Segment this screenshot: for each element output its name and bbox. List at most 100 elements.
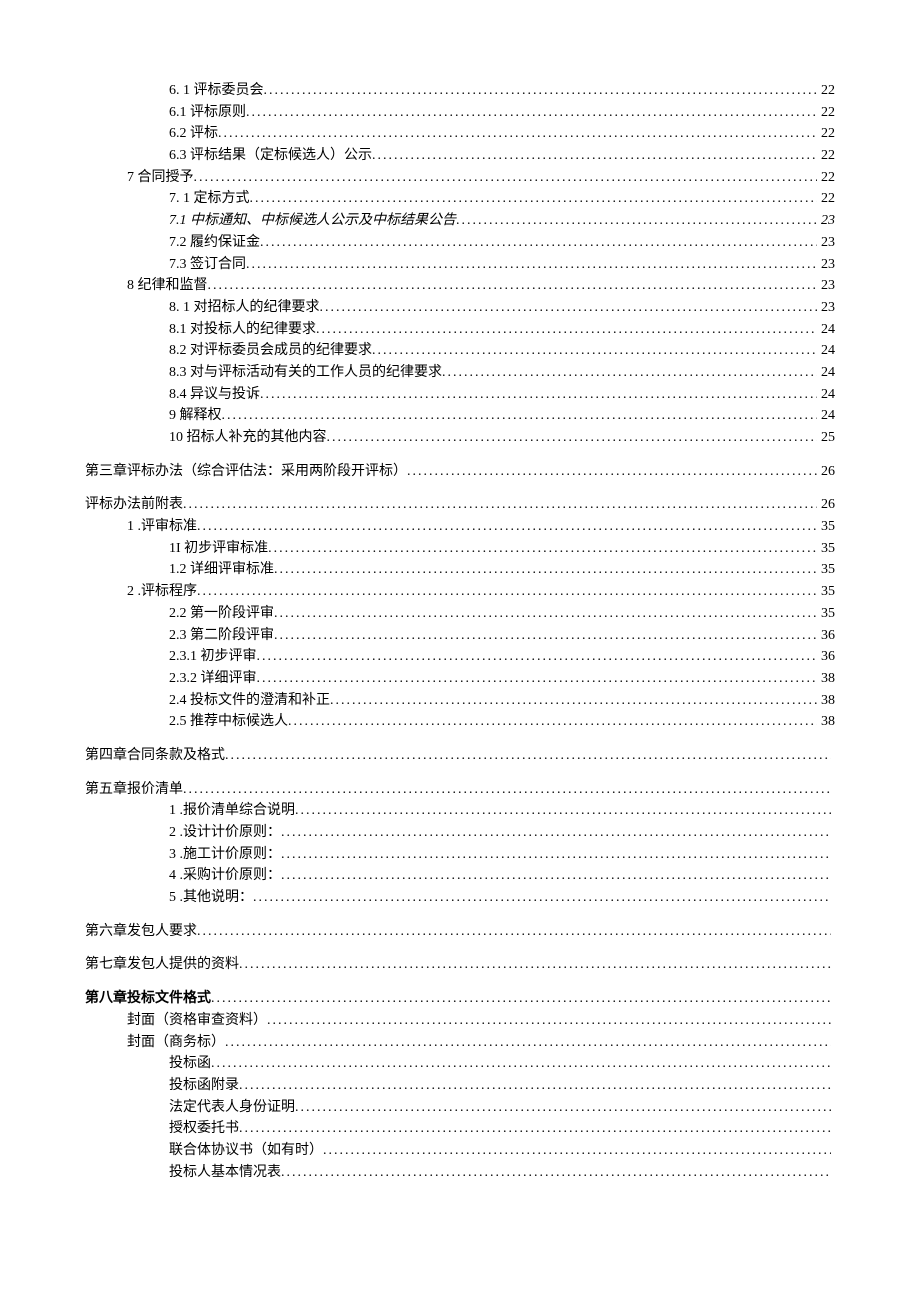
- toc-leader-dots: [295, 1097, 831, 1119]
- toc-label: 2 .设计计价原则：: [169, 822, 281, 844]
- toc-page-number: 22: [817, 167, 835, 189]
- toc-page-number: 22: [817, 188, 835, 210]
- toc-page-number: 38: [817, 668, 835, 690]
- toc-entry: 第六章发包人要求: [85, 921, 835, 943]
- toc-entry: 封面（商务标）: [85, 1032, 835, 1054]
- toc-label: 封面（资格审查资料）: [127, 1010, 267, 1032]
- toc-label: 第八章投标文件格式: [85, 988, 211, 1010]
- toc-entry: 2.2 第一阶段评审35: [85, 603, 835, 625]
- toc-label: 6.3 评标结果（定标候选人）公示: [169, 145, 372, 167]
- toc-page-number: 25: [817, 427, 835, 449]
- toc-entry: 第八章投标文件格式: [85, 988, 835, 1010]
- toc-entry: 第三章评标办法（综合评估法：采用两阶段开评标）26: [85, 461, 835, 483]
- toc-entry: 封面（资格审查资料）: [85, 1010, 835, 1032]
- toc-label: 封面（商务标）: [127, 1032, 225, 1054]
- toc-label: 8.4 异议与投诉: [169, 384, 260, 406]
- toc-entry: 6.2 评标22: [85, 123, 835, 145]
- toc-label: 7. 1 定标方式: [169, 188, 250, 210]
- toc-label: 5 .其他说明：: [169, 887, 253, 909]
- toc-page-number: 35: [817, 581, 835, 603]
- toc-entry: 5 .其他说明：: [85, 887, 835, 909]
- toc-page-number: 38: [817, 690, 835, 712]
- toc-label: 2.3 第二阶段评审: [169, 625, 274, 647]
- toc-entry: 9 解释权 24: [85, 405, 835, 427]
- toc-leader-dots: [208, 275, 818, 297]
- toc-entry: 3 .施工计价原则：: [85, 844, 835, 866]
- toc-entry: 8.4 异议与投诉 24: [85, 384, 835, 406]
- toc-label: 7.3 签订合同: [169, 254, 246, 276]
- toc-entry: 联合体协议书（如有时）: [85, 1140, 835, 1162]
- toc-leader-dots: [407, 461, 817, 483]
- toc-entry: 2.3 第二阶段评审36: [85, 625, 835, 647]
- toc-leader-dots: [183, 779, 831, 801]
- toc-leader-dots: [239, 1075, 831, 1097]
- toc-label: 法定代表人身份证明: [169, 1097, 295, 1119]
- toc-page-number: 35: [817, 538, 835, 560]
- toc-page-number: 23: [817, 275, 835, 297]
- toc-leader-dots: [257, 646, 818, 668]
- toc-label: 3 .施工计价原则：: [169, 844, 281, 866]
- toc-entry: 8.1 对投标人的纪律要求 24: [85, 319, 835, 341]
- toc-leader-dots: [183, 494, 817, 516]
- toc-leader-dots: [274, 603, 817, 625]
- toc-leader-dots: [253, 887, 831, 909]
- toc-entry: 10 招标人补充的其他内容 25: [85, 427, 835, 449]
- toc-leader-dots: [222, 405, 818, 427]
- toc-page-number: 22: [817, 145, 835, 167]
- toc-page-number: 35: [817, 603, 835, 625]
- toc-leader-dots: [239, 1118, 831, 1140]
- toc-leader-dots: [274, 625, 817, 647]
- toc-label: 1 .评审标准: [127, 516, 197, 538]
- toc-leader-dots: [194, 167, 818, 189]
- toc-label: 投标函附录: [169, 1075, 239, 1097]
- toc-label: 8.1 对投标人的纪律要求: [169, 319, 316, 341]
- toc-label: 10 招标人补充的其他内容: [169, 427, 327, 449]
- toc-page-number: 35: [817, 516, 835, 538]
- toc-page-number: 23: [817, 232, 835, 254]
- toc-page-number: 24: [817, 384, 835, 406]
- toc-label: 9 解释权: [169, 405, 222, 427]
- toc-page-number: 24: [817, 362, 835, 384]
- toc-entry: 2 .评标程序35: [85, 581, 835, 603]
- toc-entry: 1 .评审标准 35: [85, 516, 835, 538]
- toc-leader-dots: [316, 319, 817, 341]
- toc-label: 投标函: [169, 1053, 211, 1075]
- toc-page-number: 22: [817, 102, 835, 124]
- toc-leader-dots: [281, 865, 831, 887]
- toc-leader-dots: [288, 711, 817, 733]
- toc-page-number: 22: [817, 80, 835, 102]
- toc-leader-dots: [260, 384, 817, 406]
- toc-page-number: 23: [817, 297, 835, 319]
- toc-label: 1 .报价清单综合说明: [169, 800, 295, 822]
- toc-leader-dots: [442, 362, 817, 384]
- toc-label: 8 纪律和监督: [127, 275, 208, 297]
- toc-leader-dots: [257, 668, 818, 690]
- toc-entry: 法定代表人身份证明: [85, 1097, 835, 1119]
- toc-entry: 第四章合同条款及格式: [85, 745, 835, 767]
- toc-page-number: 24: [817, 405, 835, 427]
- toc-page-number: 26: [817, 461, 835, 483]
- toc-leader-dots: [372, 340, 817, 362]
- toc-leader-dots: [268, 538, 817, 560]
- toc-label: 投标人基本情况表: [169, 1162, 281, 1184]
- toc-page-number: 23: [817, 254, 835, 276]
- toc-leader-dots: [197, 581, 817, 603]
- toc-entry: 1I 初步评审标准35: [85, 538, 835, 560]
- toc-leader-dots: [281, 1162, 831, 1184]
- toc-label: 4 .采购计价原则：: [169, 865, 281, 887]
- toc-leader-dots: [281, 844, 831, 866]
- toc-entry: 8. 1 对招标人的纪律要求 23: [85, 297, 835, 319]
- toc-label: 评标办法前附表: [85, 494, 183, 516]
- toc-entry: 投标函附录: [85, 1075, 835, 1097]
- toc-label: 授权委托书: [169, 1118, 239, 1140]
- toc-entry: 授权委托书: [85, 1118, 835, 1140]
- toc-leader-dots: [330, 690, 817, 712]
- toc-page-number: 35: [817, 559, 835, 581]
- toc-entry: 1.2 详细评审标准35: [85, 559, 835, 581]
- toc-label: 第四章合同条款及格式: [85, 745, 225, 767]
- toc-entry: 1 .报价清单综合说明: [85, 800, 835, 822]
- toc-entry: 2.4 投标文件的澄清和补正38: [85, 690, 835, 712]
- toc-leader-dots: [239, 954, 831, 976]
- toc-entry: 2.5 推荐中标候选人38: [85, 711, 835, 733]
- toc-label: 联合体协议书（如有时）: [169, 1140, 323, 1162]
